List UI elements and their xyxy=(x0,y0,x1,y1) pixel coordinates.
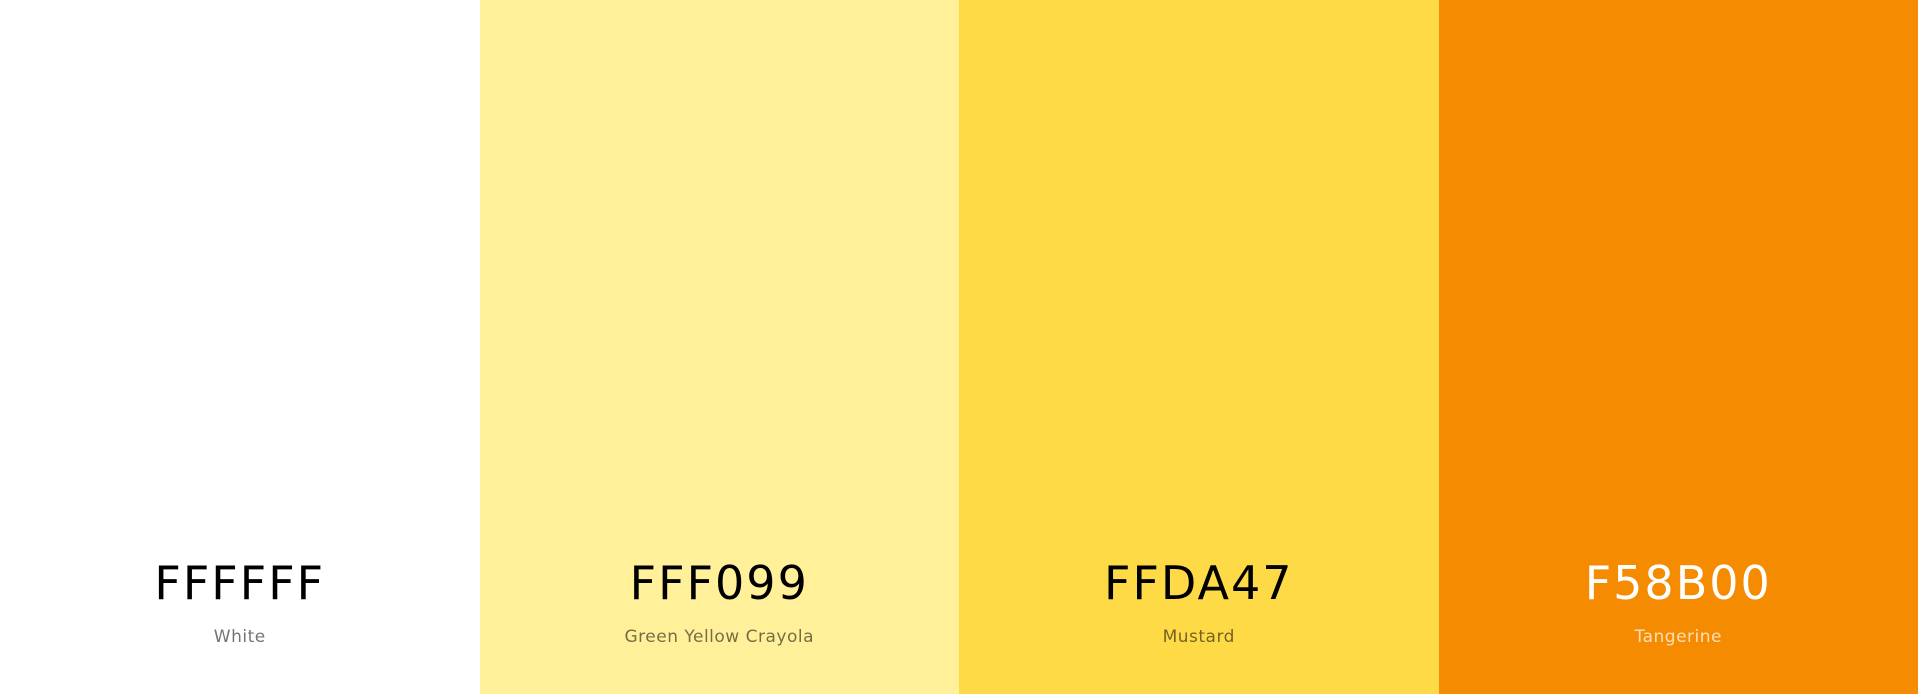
swatch-hex-code: F58B00 xyxy=(1584,556,1772,610)
swatch-color-name: Green Yellow Crayola xyxy=(624,627,814,647)
swatch-color-name: White xyxy=(213,627,266,647)
swatch-color-name: Tangerine xyxy=(1634,627,1722,647)
swatch-hex-code: FFDA47 xyxy=(1103,556,1294,610)
swatch-tangerine[interactable]: F58B00 Tangerine xyxy=(1438,0,1918,694)
swatch-green-yellow-crayola[interactable]: FFF099 Green Yellow Crayola xyxy=(479,0,959,694)
swatch-mustard[interactable]: FFDA47 Mustard xyxy=(959,0,1439,694)
swatch-hex-code: FFF099 xyxy=(629,556,809,610)
swatch-hex-code: FFFFFF xyxy=(154,556,326,610)
swatch-color-name: Mustard xyxy=(1162,627,1235,647)
swatch-white[interactable]: FFFFFF White xyxy=(0,0,480,694)
color-palette: FFFFFF White FFF099 Green Yellow Crayola… xyxy=(0,0,1918,694)
